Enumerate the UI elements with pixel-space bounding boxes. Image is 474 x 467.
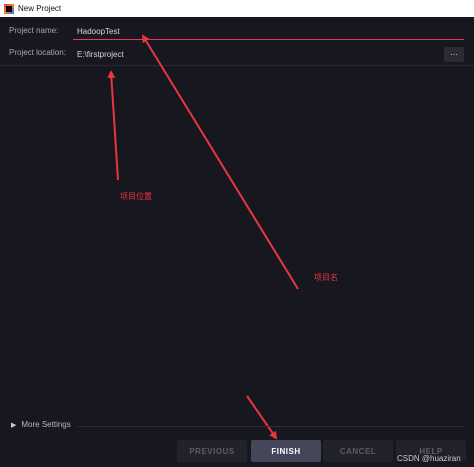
more-settings-toggle[interactable]: ▶ More Settings bbox=[11, 420, 71, 429]
settings-divider bbox=[78, 426, 464, 427]
intellij-logo-icon bbox=[4, 3, 14, 14]
project-name-label: Project name: bbox=[9, 26, 59, 35]
location-annotation: 项目位置 bbox=[120, 192, 152, 201]
window-titlebar: New Project bbox=[0, 0, 474, 17]
cancel-button[interactable]: CANCEL bbox=[323, 440, 393, 462]
project-location-label: Project location: bbox=[9, 48, 66, 57]
finish-button[interactable]: FINISH bbox=[251, 440, 321, 462]
dialog-content: Project name: Project location: ... bbox=[0, 17, 474, 467]
project-location-input[interactable] bbox=[73, 46, 441, 62]
project-name-row: Project name: bbox=[0, 22, 474, 44]
project-name-input[interactable] bbox=[73, 24, 464, 40]
window-title: New Project bbox=[18, 4, 62, 13]
previous-button[interactable]: PREVIOUS bbox=[177, 440, 247, 462]
csdn-watermark: CSDN @huaziran bbox=[397, 454, 461, 463]
caret-right-icon: ▶ bbox=[11, 420, 17, 429]
project-location-row: Project location: ... bbox=[0, 44, 474, 66]
more-settings-label: More Settings bbox=[21, 420, 71, 429]
browse-button[interactable]: ... bbox=[444, 47, 464, 62]
name-annotation: 项目名 bbox=[314, 273, 338, 282]
